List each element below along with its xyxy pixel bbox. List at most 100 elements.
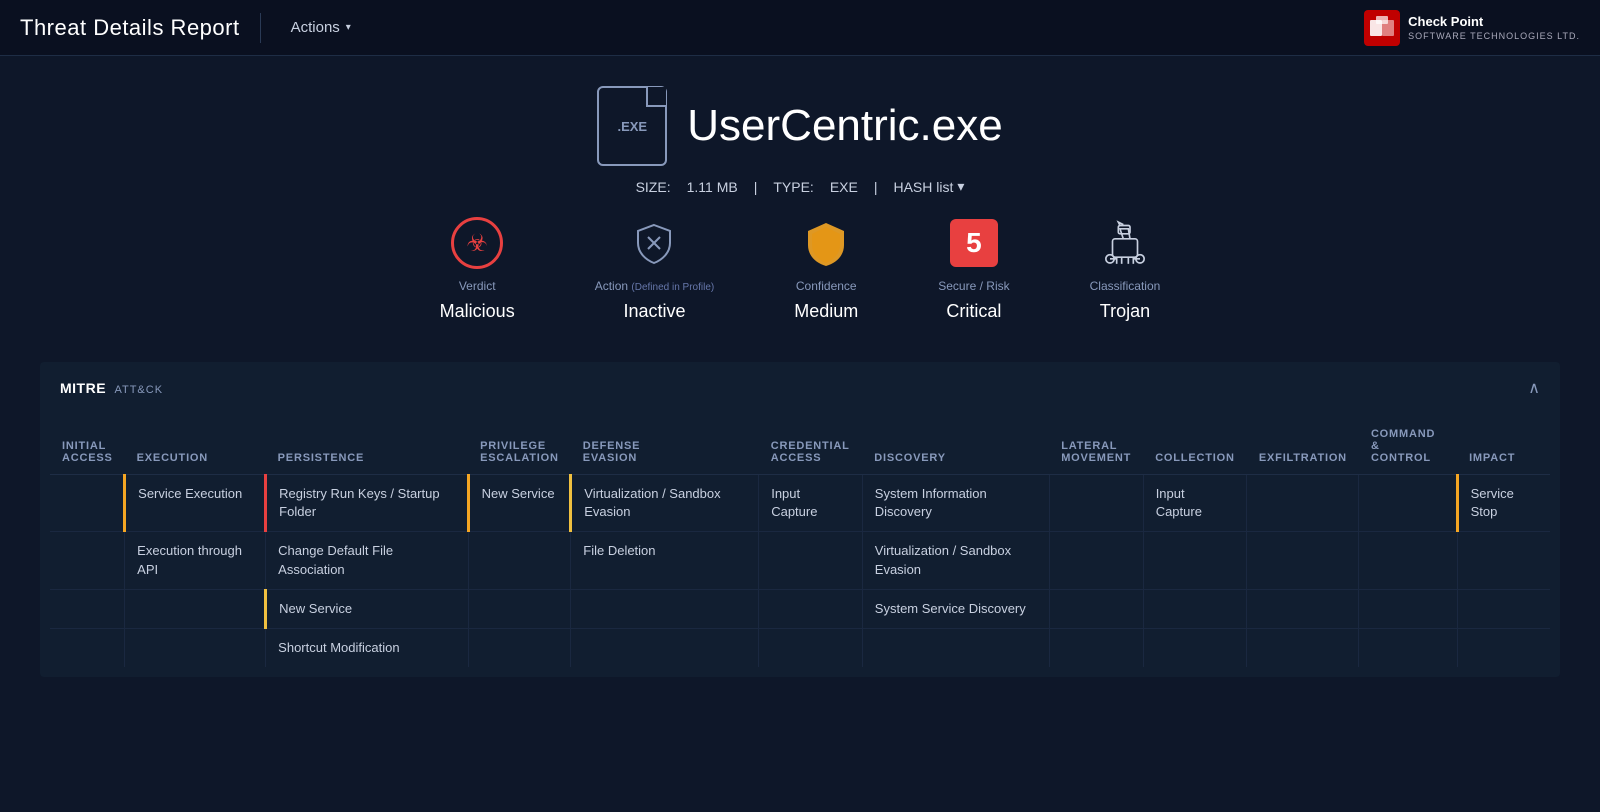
cell-r1-defense: Virtualization / Sandbox Evasion: [571, 475, 759, 532]
actions-button[interactable]: Actions ▾: [281, 13, 361, 42]
cell-r2-exfiltration: [1247, 532, 1359, 589]
action-item: Action (Defined in Profile) Inactive: [595, 215, 715, 322]
type-value: EXE: [830, 179, 858, 195]
confidence-icon: [800, 217, 852, 269]
action-icon: [628, 217, 680, 269]
file-meta: SIZE: 1.11 MB | TYPE: EXE | HASH list ▾: [636, 178, 965, 195]
cell-r4-privilege: [468, 628, 571, 667]
cell-r2-command: [1359, 532, 1457, 589]
verdict-item: ☣ Verdict Malicious: [440, 215, 515, 322]
cell-r3-impact: [1457, 589, 1550, 628]
verdict-label: Verdict: [459, 279, 496, 293]
mitre-header[interactable]: MITRE ATT&CK ∧: [40, 362, 1560, 414]
cell-r4-credential: [759, 628, 863, 667]
col-command-control: COMMAND &CONTROL: [1359, 414, 1457, 475]
file-header: .EXE UserCentric.exe: [597, 86, 1002, 166]
confidence-label: Confidence: [796, 279, 857, 293]
hash-list-button[interactable]: HASH list ▾: [893, 178, 964, 195]
verdict-icon: ☣: [451, 217, 503, 269]
logo-text-area: Check Point SOFTWARE TECHNOLOGIES LTD.: [1408, 14, 1580, 41]
cell-r2-credential: [759, 532, 863, 589]
action-value: Inactive: [623, 301, 685, 322]
summary-row: ☣ Verdict Malicious: [440, 215, 1161, 322]
cell-r3-execution: [125, 589, 266, 628]
cell-r4-discovery: [862, 628, 1049, 667]
col-persistence: PERSISTENCE: [266, 414, 468, 475]
checkpoint-logo-icon: [1364, 10, 1400, 46]
confidence-value: Medium: [794, 301, 858, 322]
cell-r4-persistence: Shortcut Modification: [266, 628, 468, 667]
cell-r2-discovery: Virtualization / Sandbox Evasion: [862, 532, 1049, 589]
hash-chevron-icon: ▾: [957, 178, 964, 195]
file-icon: .EXE: [597, 86, 667, 166]
verdict-value: Malicious: [440, 301, 515, 322]
table-row: Execution through API Change Default Fil…: [50, 532, 1550, 589]
cell-r1-command: [1359, 475, 1457, 532]
logo-area: Check Point SOFTWARE TECHNOLOGIES LTD.: [1364, 10, 1580, 46]
cell-r3-lateral: [1049, 589, 1143, 628]
action-icon-wrap: [626, 215, 682, 271]
cell-r1-lateral: [1049, 475, 1143, 532]
file-section: .EXE UserCentric.exe SIZE: 1.11 MB | TYP…: [40, 86, 1560, 322]
actions-label: Actions: [291, 19, 340, 36]
cell-r2-impact: [1457, 532, 1550, 589]
col-lateral-movement: LATERALMOVEMENT: [1049, 414, 1143, 475]
cell-r2-collection: [1143, 532, 1247, 589]
size-value: 1.11 MB: [687, 179, 738, 195]
action-label: Action (Defined in Profile): [595, 279, 715, 293]
action-sublabel: (Defined in Profile): [631, 282, 714, 293]
cell-r1-initial: [50, 475, 125, 532]
collapse-icon[interactable]: ∧: [1528, 378, 1540, 398]
cell-r1-credential: Input Capture: [759, 475, 863, 532]
logo-brand: Check Point: [1408, 14, 1580, 31]
col-defense-evasion: DEFENSEEVASION: [571, 414, 759, 475]
cell-r4-impact: [1457, 628, 1550, 667]
mitre-section: MITRE ATT&CK ∧ INITIALACCESS EXECUTION P…: [40, 362, 1560, 677]
cell-r1-discovery: System Information Discovery: [862, 475, 1049, 532]
meta-separator-1: |: [754, 179, 758, 195]
cell-r4-command: [1359, 628, 1457, 667]
cell-r3-command: [1359, 589, 1457, 628]
mitre-table: INITIALACCESS EXECUTION PERSISTENCE PRIV…: [50, 414, 1550, 667]
mitre-subtitle: ATT&CK: [114, 384, 163, 396]
header-divider: [260, 13, 261, 43]
risk-icon: 5: [950, 219, 998, 267]
header: Threat Details Report Actions ▾ Check Po…: [0, 0, 1600, 56]
confidence-item: Confidence Medium: [794, 215, 858, 322]
col-impact: IMPACT: [1457, 414, 1550, 475]
cell-r1-impact: Service Stop: [1457, 475, 1550, 532]
size-label: SIZE:: [636, 179, 671, 195]
type-label: TYPE:: [773, 179, 813, 195]
cell-r2-initial: [50, 532, 125, 589]
cell-r1-privilege: New Service: [468, 475, 571, 532]
classification-label: Classification: [1090, 279, 1161, 293]
risk-icon-wrap: 5: [946, 215, 1002, 271]
page-title: Threat Details Report: [20, 15, 240, 41]
cell-r3-persistence: New Service: [266, 589, 468, 628]
mitre-table-wrap: INITIALACCESS EXECUTION PERSISTENCE PRIV…: [40, 414, 1560, 677]
risk-item: 5 Secure / Risk Critical: [938, 215, 1009, 322]
cell-r1-execution: Service Execution: [125, 475, 266, 532]
classification-item: Classification Trojan: [1090, 215, 1161, 322]
table-row: Service Execution Registry Run Keys / St…: [50, 475, 1550, 532]
cell-r4-initial: [50, 628, 125, 667]
cell-r3-discovery: System Service Discovery: [862, 589, 1049, 628]
cell-r3-defense: [571, 589, 759, 628]
col-execution: EXECUTION: [125, 414, 266, 475]
cell-r2-execution: Execution through API: [125, 532, 266, 589]
col-collection: COLLECTION: [1143, 414, 1247, 475]
cell-r2-persistence: Change Default File Association: [266, 532, 468, 589]
meta-separator-2: |: [874, 179, 878, 195]
chevron-down-icon: ▾: [346, 22, 351, 33]
risk-label: Secure / Risk: [938, 279, 1009, 293]
cell-r2-privilege: [468, 532, 571, 589]
cell-r3-initial: [50, 589, 125, 628]
risk-number: 5: [966, 227, 982, 259]
cell-r3-collection: [1143, 589, 1247, 628]
col-discovery: DISCOVERY: [862, 414, 1049, 475]
table-row: New Service System Service Discovery: [50, 589, 1550, 628]
cell-r1-exfiltration: [1247, 475, 1359, 532]
mitre-header-row: INITIALACCESS EXECUTION PERSISTENCE PRIV…: [50, 414, 1550, 475]
classification-trojan-icon: [1099, 217, 1151, 269]
col-credential-access: CREDENTIALACCESS: [759, 414, 863, 475]
